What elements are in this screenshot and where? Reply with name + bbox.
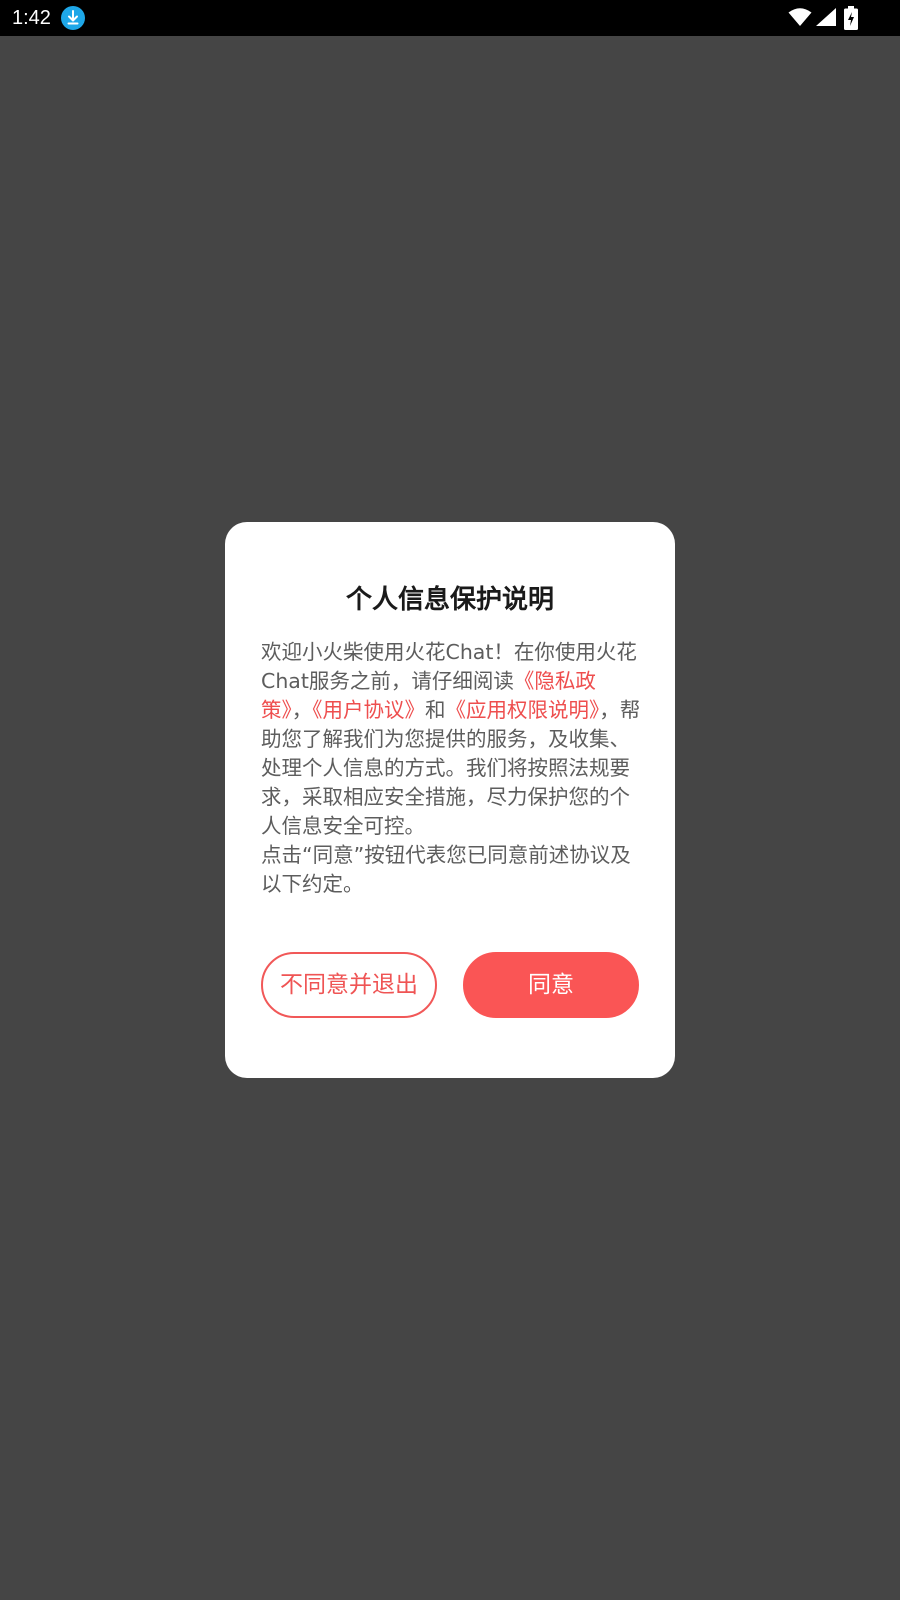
dialog-body: 欢迎小火柴使用火花Chat！在你使用火花Chat服务之前，请仔细阅读《隐私政策》… xyxy=(261,638,641,899)
status-time: 1:42 xyxy=(12,7,51,29)
battery-charging-icon xyxy=(844,6,858,30)
dialog-title: 个人信息保护说明 xyxy=(345,585,554,615)
wifi-icon xyxy=(788,8,812,26)
user-agreement-link[interactable]: 《用户协议》 xyxy=(312,698,425,722)
body-separator-2: 和 xyxy=(425,698,446,722)
decline-and-exit-button[interactable]: 不同意并退出 xyxy=(261,952,437,1018)
body-paragraph-2: 点击“同意”按钮代表您已同意前述协议及以下约定。 xyxy=(261,843,631,896)
app-permissions-link[interactable]: 《应用权限说明》 xyxy=(446,698,600,722)
download-icon xyxy=(61,6,85,30)
body-separator-1: ， xyxy=(291,698,313,722)
agree-button[interactable]: 同意 xyxy=(463,952,639,1018)
body-paragraph-1: 欢迎小火柴使用火花Chat！在你使用火花Chat服务之前，请仔细阅读《隐私政策》… xyxy=(261,638,641,841)
privacy-dialog: 个人信息保护说明 欢迎小火柴使用火花Chat！在你使用火花Chat服务之前，请仔… xyxy=(225,522,675,1078)
status-bar: 1:42 xyxy=(0,0,900,36)
signal-icon xyxy=(816,8,836,26)
